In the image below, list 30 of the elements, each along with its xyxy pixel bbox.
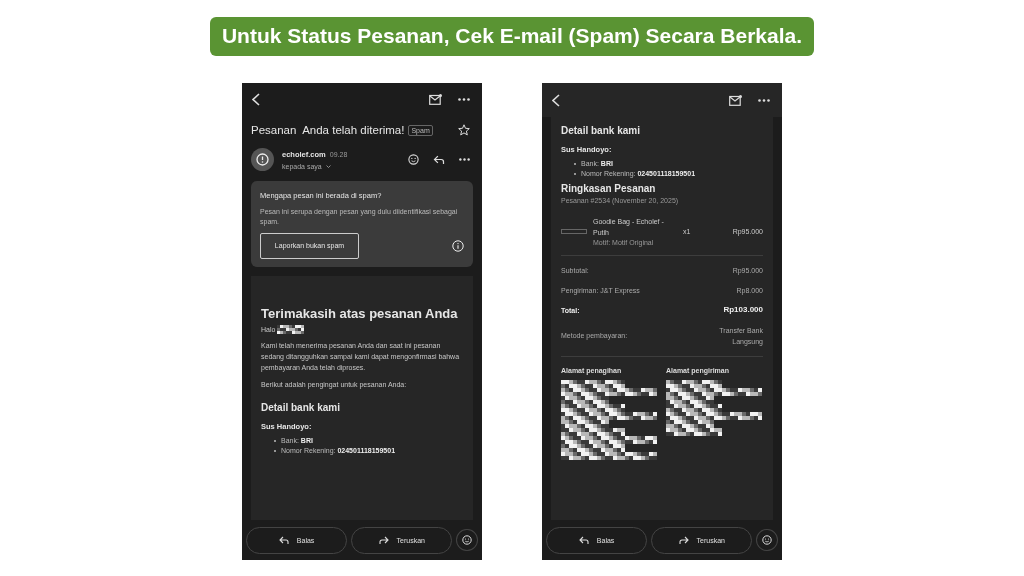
image-placeholder [561,228,587,234]
star-icon[interactable] [458,124,470,136]
emoji-button[interactable] [456,529,478,551]
email-subject: Pesanan Anda telah diterima! [251,124,405,136]
emoji-button[interactable] [756,529,778,551]
section-heading: Detail bank kami [261,402,341,414]
forward-icon [678,536,689,544]
warning-avatar-icon [251,148,274,171]
back-icon[interactable] [552,93,560,107]
summary-heading: Ringkasan Pesanan [561,183,657,194]
reply-icon[interactable] [433,155,445,164]
forward-icon [378,536,389,544]
section-heading: Detail bank kami [561,125,641,136]
emoji-icon [762,535,773,545]
email-heading: Terimakasih atas pesanan Anda [261,305,459,321]
info-icon[interactable] [452,239,464,252]
more-icon[interactable] [758,98,770,102]
more-icon[interactable] [458,97,470,101]
total-value: Rp103.000 [722,303,763,316]
emoji-icon[interactable] [408,154,419,165]
reply-icon [578,536,589,544]
pixelated-text [277,324,306,334]
emoji-icon [462,535,473,545]
reply-icon [278,536,289,544]
mail-icon[interactable] [729,94,742,106]
mail-icon[interactable] [429,93,442,105]
more-icon[interactable] [459,158,470,161]
title-banner: Untuk Status Pesanan, Cek E-mail (Spam) Secara Berkala. [209,17,815,56]
chevron-down-icon[interactable] [325,164,331,168]
back-icon[interactable] [252,92,260,106]
